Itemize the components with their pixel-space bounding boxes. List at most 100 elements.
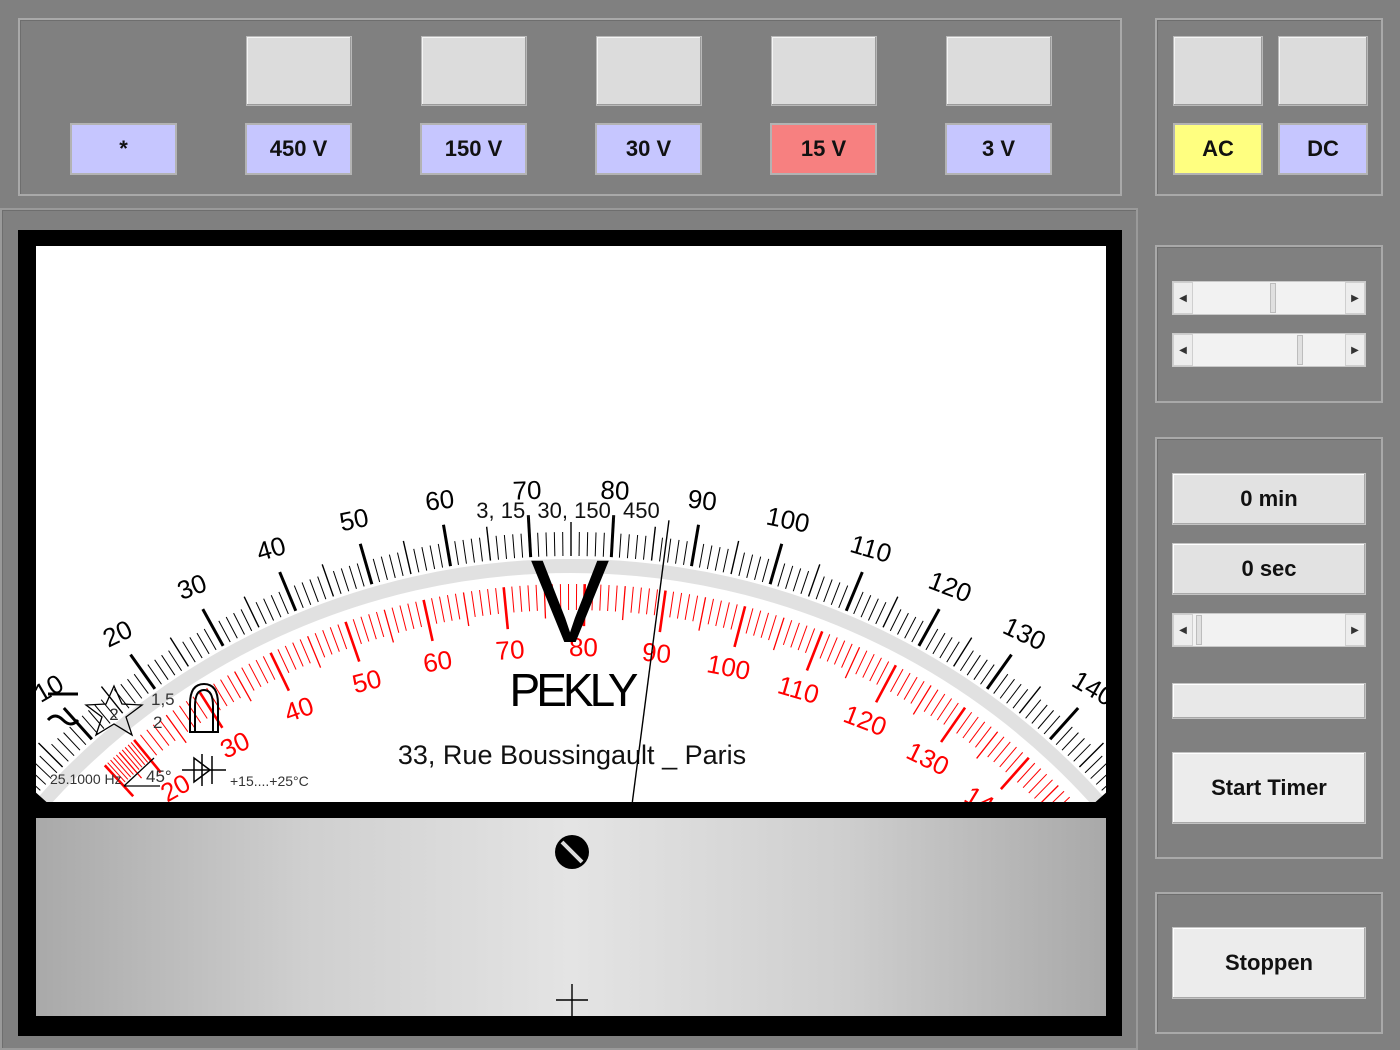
dc-tick xyxy=(889,609,902,632)
dc-tick xyxy=(1101,785,1106,791)
range-key-blank-30[interactable] xyxy=(596,36,702,106)
slider-1-right-arrow-icon[interactable]: ▶ xyxy=(1345,282,1365,314)
range-button-30v[interactable]: 30 V xyxy=(595,123,702,175)
ac-tick xyxy=(669,591,675,618)
zero-adjust-screw-icon[interactable] xyxy=(555,835,589,869)
dc-tick xyxy=(650,526,657,561)
range-key-blank-15[interactable] xyxy=(771,36,877,106)
range-button-150v[interactable]: 150 V xyxy=(420,123,527,175)
dc-tick xyxy=(917,608,941,647)
mode-button-ac[interactable]: AC xyxy=(1173,123,1263,175)
ac-tick xyxy=(422,599,434,642)
ac-tick xyxy=(993,741,1011,763)
accuracy-class-upper: 1,5 xyxy=(151,690,175,709)
ac-tick xyxy=(172,710,189,732)
ac-tick xyxy=(462,592,470,627)
dc-tick xyxy=(730,540,740,575)
ac-tick xyxy=(968,721,986,743)
dc-tick xyxy=(233,612,245,635)
ac-tick xyxy=(368,614,377,640)
dc-tick xyxy=(495,535,499,560)
slider-2-left-arrow-icon[interactable]: ◀ xyxy=(1173,334,1193,366)
ac-tick xyxy=(646,588,650,615)
slider-1[interactable]: ◀ ▶ xyxy=(1172,281,1366,315)
ac-tick xyxy=(454,593,461,620)
dc-tick xyxy=(1049,706,1080,741)
mode-key-blank-ac[interactable] xyxy=(1173,36,1263,106)
moving-iron-symbol-icon xyxy=(189,682,219,733)
ac-tick xyxy=(337,624,348,650)
range-button-450v[interactable]: 450 V xyxy=(245,123,352,175)
dc-tick xyxy=(129,653,157,690)
mode-button-dc[interactable]: DC xyxy=(1278,123,1368,175)
ac-tick xyxy=(234,671,252,702)
dc-scale-label: 130 xyxy=(999,611,1051,657)
ac-tick xyxy=(730,604,738,630)
angle-text: 45° xyxy=(146,767,172,786)
ac-tick xyxy=(999,756,1030,791)
ac-tick xyxy=(383,609,395,643)
ac-tick xyxy=(407,603,415,629)
dc-tick xyxy=(441,524,452,567)
timer-seconds-display: 0 sec xyxy=(1172,543,1366,595)
range-key-blank-450[interactable] xyxy=(246,36,352,106)
dc-tick xyxy=(875,601,887,625)
range-key-blank-150[interactable] xyxy=(421,36,527,106)
dc-tick xyxy=(255,601,267,625)
range-key-blank-3[interactable] xyxy=(946,36,1052,106)
ac-scale-label: 90 xyxy=(641,636,673,669)
timer-slider-left-arrow-icon[interactable]: ◀ xyxy=(1173,614,1193,646)
range-button-15v[interactable]: 15 V xyxy=(770,123,877,175)
slider-2[interactable]: ◀ ▶ xyxy=(1172,333,1366,367)
ac-tick xyxy=(912,685,932,715)
ac-tick xyxy=(399,605,407,631)
ac-tick xyxy=(527,585,531,612)
timer-slider-right-arrow-icon[interactable]: ▶ xyxy=(1345,614,1365,646)
dc-tick xyxy=(675,539,680,564)
ac-tick xyxy=(684,594,691,620)
mode-key-blank-dc[interactable] xyxy=(1278,36,1368,106)
ac-tick xyxy=(415,601,423,628)
dc-tick xyxy=(746,554,754,578)
ac-tick xyxy=(1040,785,1059,802)
ac-tick xyxy=(745,608,754,634)
dc-tick xyxy=(882,596,899,628)
ac-tick xyxy=(797,625,808,651)
ac-tick xyxy=(255,659,269,684)
meter-lower-panel xyxy=(36,818,1106,1016)
ac-tick xyxy=(819,634,831,659)
ac-tick xyxy=(438,596,445,623)
ac-tick xyxy=(299,639,311,664)
dc-tick xyxy=(844,571,864,612)
ac-tick xyxy=(753,610,762,636)
dc-scale-label: 110 xyxy=(847,528,895,568)
timer-slider[interactable]: ◀ ▶ xyxy=(1172,613,1366,647)
dc-tick xyxy=(512,534,516,559)
stop-button[interactable]: Stoppen xyxy=(1172,927,1366,999)
ac-scale-label: 50 xyxy=(349,663,384,699)
ac-scale-label: 130 xyxy=(902,736,954,782)
ac-tick xyxy=(855,650,868,675)
timer-slider-thumb[interactable] xyxy=(1195,615,1202,645)
ac-tick xyxy=(146,729,164,751)
dc-tick xyxy=(278,591,289,615)
range-button-star[interactable]: * xyxy=(70,123,177,175)
ac-tick xyxy=(344,621,361,662)
frequency-text: 25.1000 Hz xyxy=(50,771,122,787)
dc-tick xyxy=(830,582,841,606)
slider-2-right-arrow-icon[interactable]: ▶ xyxy=(1345,334,1365,366)
crosshair-icon xyxy=(556,984,588,1016)
dc-tick xyxy=(309,579,319,603)
dc-tick xyxy=(1078,742,1104,768)
dc-tick xyxy=(380,556,388,580)
slider-1-thumb[interactable] xyxy=(1269,283,1276,313)
dc-tick xyxy=(437,543,444,568)
ac-tick xyxy=(1028,773,1048,794)
dc-tick xyxy=(785,565,794,589)
slider-1-left-arrow-icon[interactable]: ◀ xyxy=(1173,282,1193,314)
ac-tick xyxy=(165,714,187,744)
start-timer-button[interactable]: Start Timer xyxy=(1172,752,1366,824)
range-button-3v[interactable]: 3 V xyxy=(945,123,1052,175)
ac-tick xyxy=(638,587,642,614)
slider-2-thumb[interactable] xyxy=(1296,335,1303,365)
